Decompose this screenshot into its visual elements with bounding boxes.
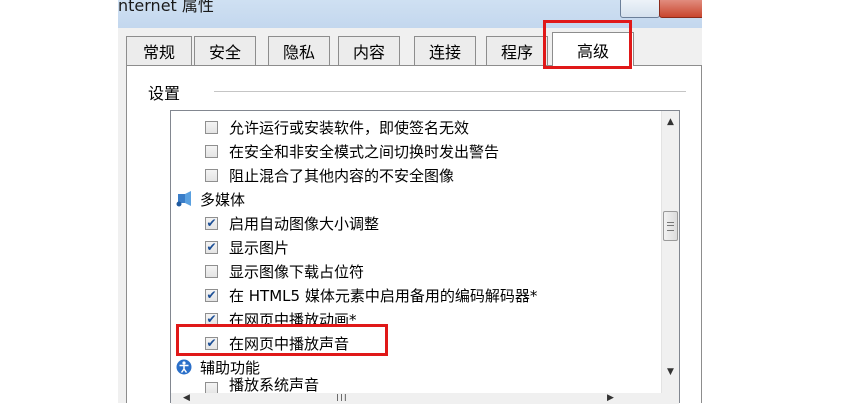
category-row-accessibility: 辅助功能 [175, 356, 260, 378]
checkbox[interactable] [205, 264, 218, 278]
option-label: 启用自动图像大小调整 [229, 214, 380, 233]
checkbox[interactable] [205, 168, 218, 182]
accessibility-icon [175, 359, 193, 375]
play-sounds-highlight [176, 324, 388, 356]
settings-list[interactable]: 允许运行或安装软件，即使签名无效 在安全和非安全模式之间切换时发出警告 阻止混合… [170, 110, 680, 404]
settings-group-label: 设置 [148, 84, 181, 103]
settings-group-divider [214, 91, 686, 92]
list-item[interactable]: 在安全和非安全模式之间切换时发出警告 [205, 140, 499, 162]
scroll-down-arrow-icon[interactable]: ▼ [662, 363, 679, 380]
option-label: 允许运行或安装软件，即使签名无效 [229, 118, 470, 137]
list-item[interactable]: 允许运行或安装软件，即使签名无效 [205, 116, 469, 138]
window-title: nternet 属性 [118, 0, 214, 15]
tab-connections[interactable]: 连接 [414, 36, 476, 65]
horizontal-scroll-grip-icon[interactable]: III [336, 393, 348, 404]
scroll-left-arrow-icon[interactable]: ◀ [183, 393, 190, 403]
tab-content[interactable]: 内容 [338, 36, 400, 65]
close-button[interactable] [659, 0, 702, 18]
category-label: 多媒体 [200, 190, 246, 209]
list-item[interactable]: ✔ 显示图片 [205, 236, 289, 258]
option-label: 播放系统声音 [229, 377, 320, 393]
checkbox[interactable] [205, 120, 218, 134]
category-label: 辅助功能 [200, 358, 261, 377]
option-label: 在安全和非安全模式之间切换时发出警告 [229, 142, 500, 161]
tab-programs[interactable]: 程序 [486, 36, 548, 65]
option-label: 在 HTML5 媒体元素中启用备用的编码解码器* [229, 286, 538, 305]
vertical-scrollbar[interactable]: ▲ ▼ [661, 111, 679, 404]
list-item[interactable]: ✔ 在 HTML5 媒体元素中启用备用的编码解码器* [205, 284, 537, 306]
checkbox-checked[interactable]: ✔ [205, 240, 218, 254]
list-item[interactable]: ✔ 启用自动图像大小调整 [205, 212, 379, 234]
category-row-multimedia: 多媒体 [175, 188, 245, 210]
checkbox[interactable] [205, 382, 218, 393]
scroll-thumb[interactable] [663, 211, 678, 241]
multimedia-icon [175, 191, 193, 207]
scroll-up-arrow-icon[interactable]: ▲ [662, 113, 679, 130]
list-item[interactable]: 显示图像下载占位符 [205, 260, 364, 282]
scroll-right-arrow-icon[interactable]: ▶ [607, 393, 614, 403]
list-item[interactable]: 阻止混合了其他内容的不安全图像 [205, 164, 454, 186]
tab-general[interactable]: 常规 [126, 36, 192, 65]
list-item[interactable]: 播放系统声音 [205, 377, 319, 393]
tab-security[interactable]: 安全 [194, 36, 256, 65]
checkbox[interactable] [205, 144, 218, 158]
checkbox-checked[interactable]: ✔ [205, 216, 218, 230]
tab-privacy[interactable]: 隐私 [268, 36, 330, 65]
option-label: 显示图片 [229, 238, 290, 257]
option-label: 阻止混合了其他内容的不安全图像 [229, 166, 455, 185]
advanced-tab-highlight [543, 20, 632, 69]
horizontal-scrollbar[interactable]: ◀ III ▶ [171, 393, 662, 404]
checkbox-checked[interactable]: ✔ [205, 288, 218, 302]
option-label: 显示图像下载占位符 [229, 262, 365, 281]
maximize-button[interactable] [620, 0, 660, 18]
